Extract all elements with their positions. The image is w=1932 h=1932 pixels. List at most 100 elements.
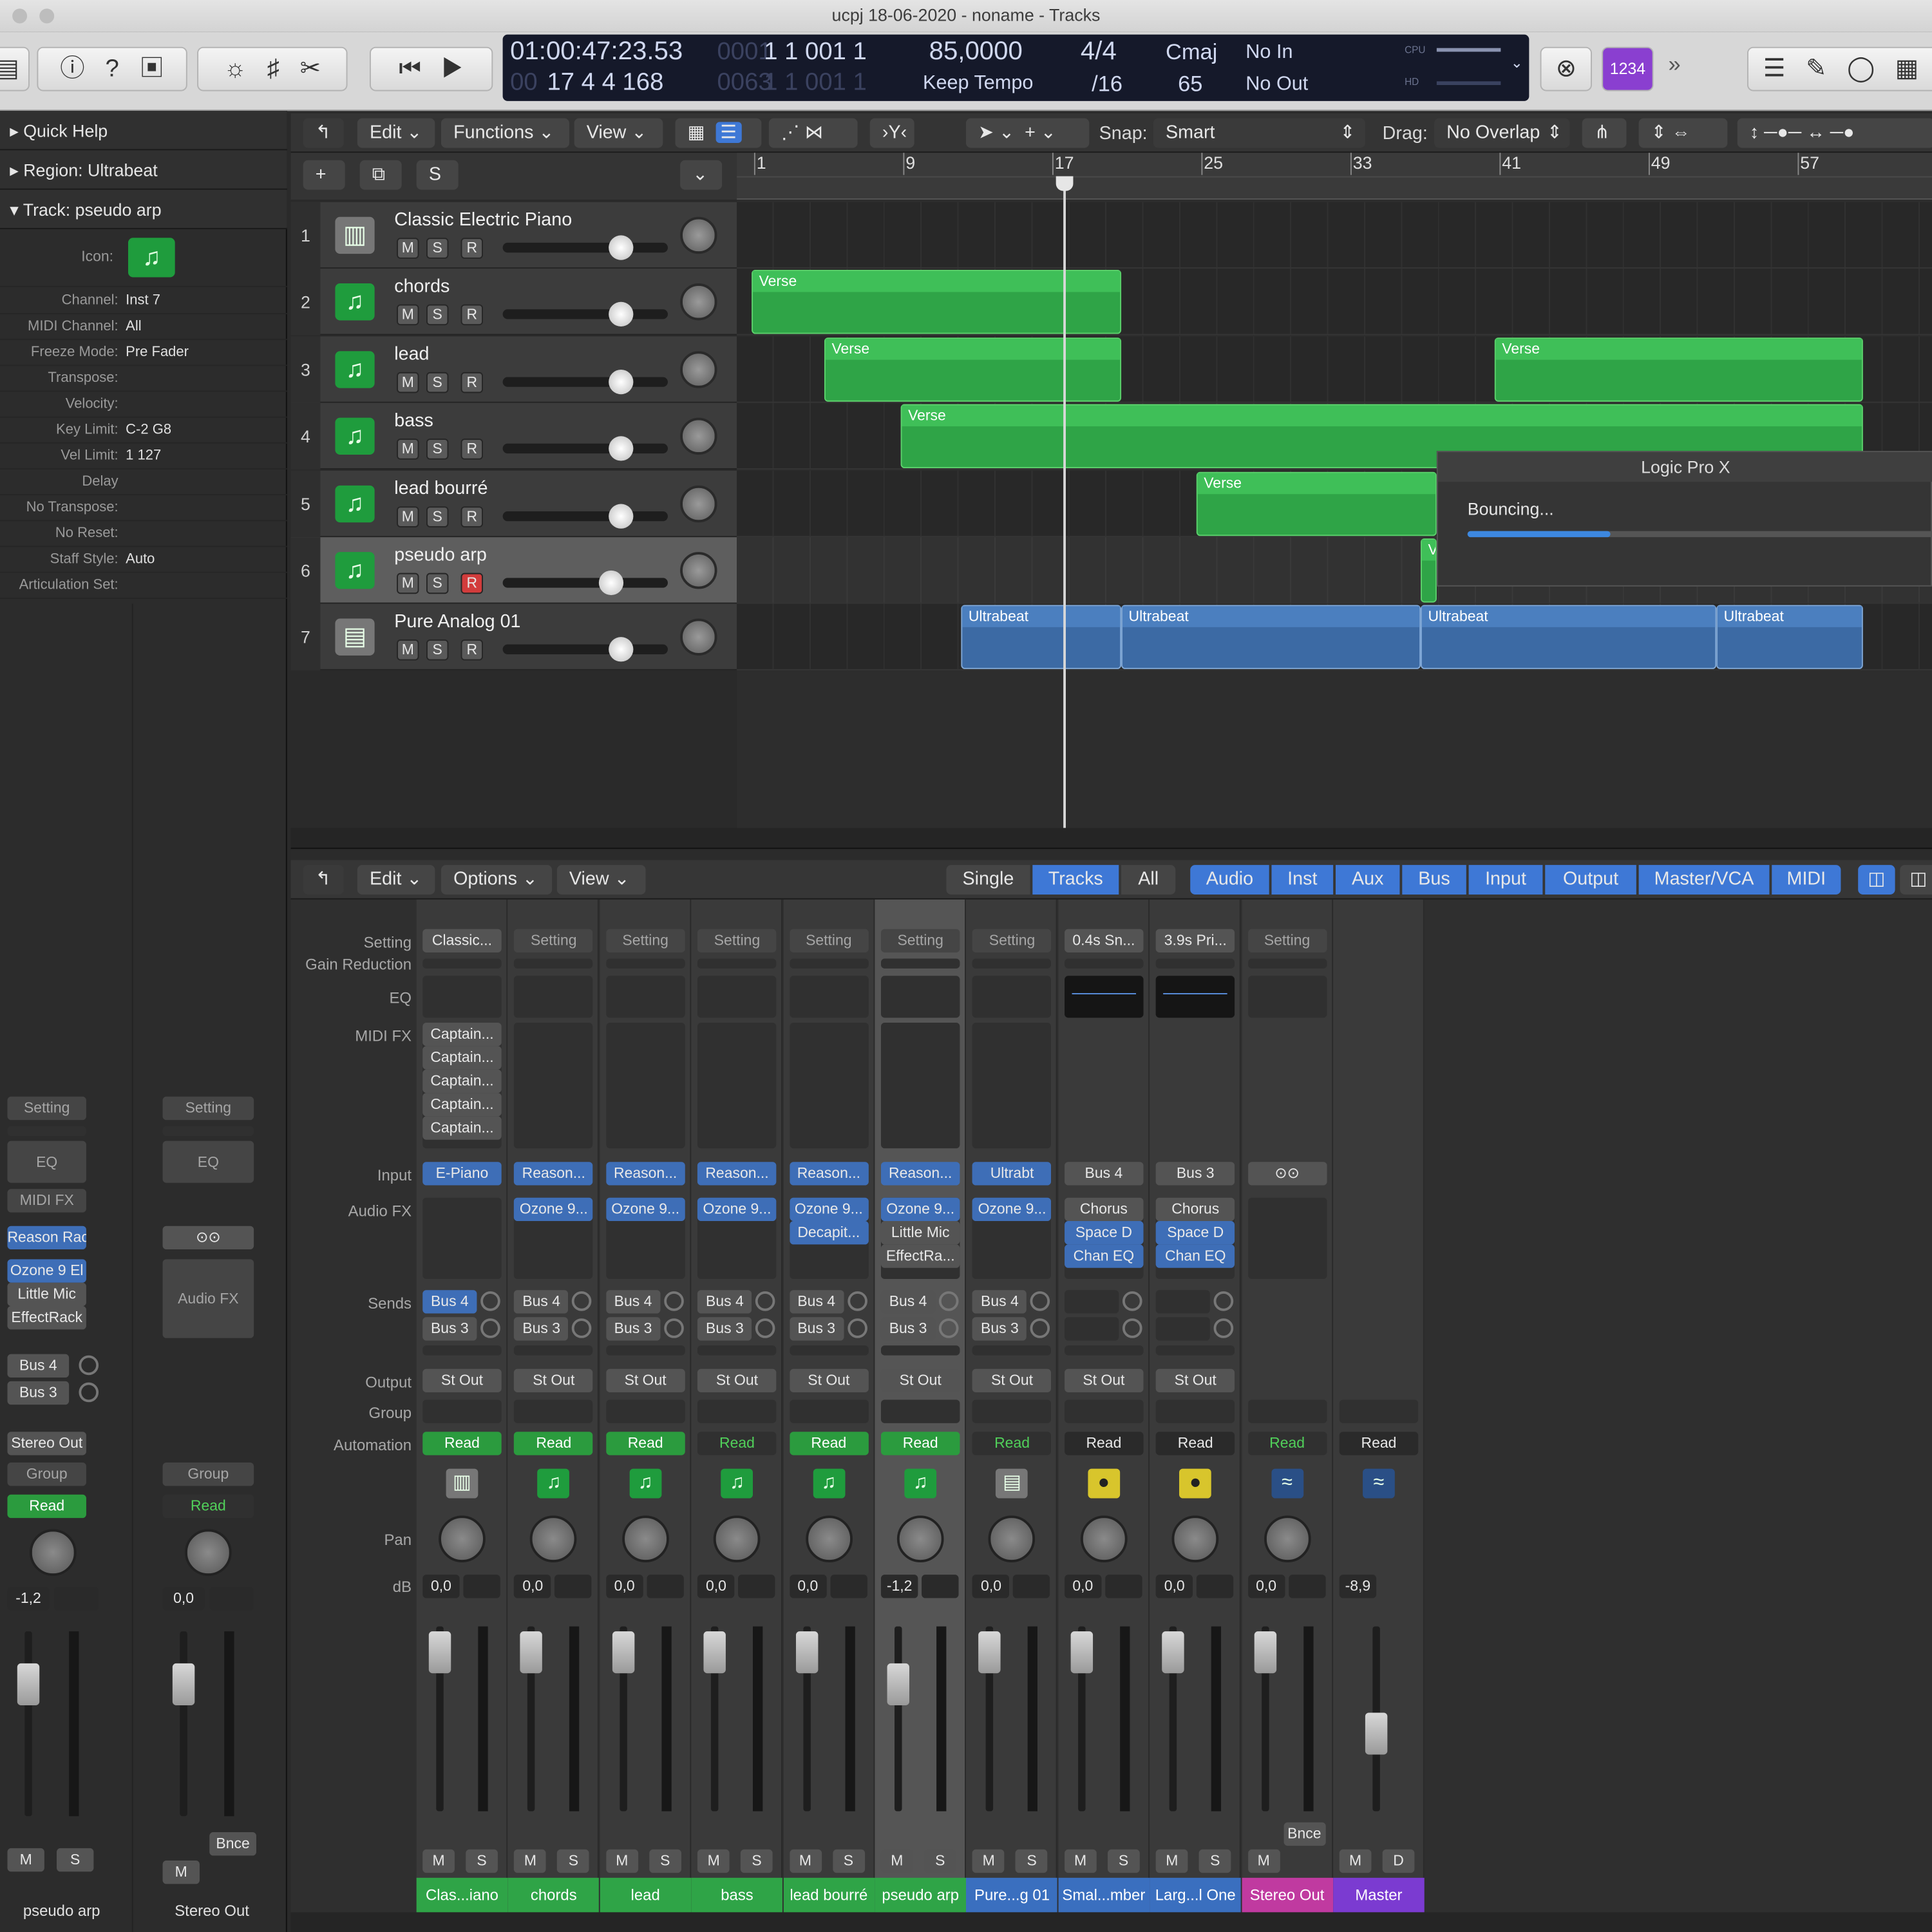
eq-slot[interactable] [1064, 976, 1144, 1018]
channel-input[interactable]: E-Piano [422, 1162, 502, 1186]
mute-button[interactable]: M [1064, 1849, 1097, 1873]
send-level-knob[interactable] [663, 1291, 684, 1311]
filter-input[interactable]: Input [1468, 865, 1543, 895]
automation-mode[interactable]: Read [514, 1432, 594, 1455]
mute-button[interactable]: M [514, 1849, 547, 1873]
channel-name[interactable]: Larg...l One [1150, 1877, 1242, 1913]
automation-mode[interactable]: Read [880, 1432, 960, 1455]
inspector-row[interactable]: Key Limit: C-2 G8 [0, 418, 287, 444]
drag-select[interactable]: No Overlap ⇕ [1434, 118, 1570, 148]
send-level-knob[interactable] [938, 1318, 959, 1338]
eq-slot[interactable] [1156, 976, 1235, 1018]
midi-fx-slot[interactable] [605, 1023, 685, 1149]
inspector-row[interactable]: Vel Limit: 1 127 [0, 444, 287, 469]
channel-setting[interactable]: Classic... [422, 929, 502, 952]
automation-mode[interactable]: Read [605, 1432, 685, 1455]
audio-fx-plugin[interactable]: Little Mic [880, 1221, 960, 1245]
channel-setting[interactable]: Setting [605, 929, 685, 952]
channel-group[interactable] [880, 1399, 960, 1423]
strip2-pan-knob[interactable] [184, 1529, 232, 1577]
region-header[interactable]: ▸ Region: Ultrabeat [0, 150, 287, 190]
music-note-icon[interactable]: ♫ [335, 552, 375, 589]
channel-input[interactable]: Bus 3 [1156, 1162, 1235, 1186]
filter-audio[interactable]: Audio [1190, 865, 1269, 895]
track-volume-slider[interactable] [502, 645, 668, 655]
send-level-knob[interactable] [480, 1291, 500, 1311]
channel-input[interactable]: Ultrabt [972, 1162, 1052, 1186]
track-mute-button[interactable]: M [397, 639, 419, 661]
strip1-send1-knob[interactable] [79, 1355, 99, 1376]
channel-output[interactable]: St Out [1064, 1368, 1144, 1392]
send-slot[interactable]: Bus 3 [605, 1317, 661, 1341]
all-button[interactable]: All [1121, 865, 1176, 895]
strip2-mute[interactable]: M [162, 1861, 200, 1884]
inspector-row[interactable]: Transpose: [0, 366, 287, 392]
solo-button[interactable]: S [1107, 1849, 1140, 1873]
track-record-button[interactable]: R [460, 305, 483, 326]
midi-fx-slot[interactable] [789, 1023, 869, 1149]
single-button[interactable]: Single [946, 865, 1030, 895]
marker-lane[interactable] [737, 176, 1932, 199]
track-volume-handle[interactable] [609, 637, 634, 663]
volume-fader[interactable] [887, 1663, 909, 1705]
send-slot[interactable]: Bus 3 [422, 1317, 477, 1341]
ultrabeat-region[interactable]: Ultrabeat [1420, 605, 1717, 670]
add-track-icon[interactable]: + [303, 160, 345, 190]
send-level-knob[interactable] [1213, 1291, 1234, 1311]
channel-group[interactable] [697, 1399, 777, 1423]
music-note-icon[interactable]: ♫ [335, 485, 375, 522]
track-volume-slider[interactable] [502, 309, 668, 320]
flex-icon[interactable]: ⋈ [805, 122, 824, 143]
lcd-key[interactable]: Cmaj [1166, 39, 1217, 65]
track-record-button[interactable]: R [460, 372, 483, 393]
volume-fader[interactable] [1162, 1631, 1185, 1674]
list-view-icon[interactable]: ☰ [715, 122, 742, 143]
audio-fx-plugin[interactable]: Chorus [1064, 1197, 1144, 1222]
send-slot[interactable]: Bus 3 [514, 1317, 569, 1341]
track-pan-knob[interactable] [680, 350, 717, 388]
music-note-icon[interactable]: ♫ [335, 350, 375, 388]
channel-output[interactable]: St Out [1156, 1368, 1235, 1392]
send-slot[interactable]: Bus 4 [422, 1290, 477, 1314]
mute-button[interactable]: M [605, 1849, 638, 1873]
channel-output[interactable]: St Out [972, 1368, 1052, 1392]
send-slot[interactable]: Bus 4 [880, 1290, 936, 1314]
send-level-knob[interactable] [572, 1318, 592, 1338]
strip1-automation[interactable]: Read [7, 1494, 86, 1519]
channel-output[interactable]: St Out [605, 1368, 685, 1392]
send-slot[interactable] [1064, 1290, 1119, 1314]
track-mute-button[interactable]: M [397, 372, 419, 393]
pointer-tool-icon[interactable]: ➤ ⌄ [978, 122, 1014, 143]
channel-input[interactable]: Reason... [605, 1162, 685, 1186]
send-level-knob[interactable] [847, 1291, 867, 1311]
midi-fx-plugin[interactable]: Captain... [422, 1023, 502, 1046]
rewind-icon[interactable]: ⏮ [399, 55, 421, 82]
track-header[interactable]: 1 ▥ Classic Electric Piano M S R [290, 202, 737, 269]
track-solo-button[interactable]: S [426, 506, 449, 527]
track-name[interactable]: chords [394, 276, 450, 298]
waveform-icon[interactable]: ≈ [1271, 1468, 1303, 1499]
channel-name[interactable]: bass [691, 1877, 783, 1913]
eq-slot[interactable] [697, 976, 777, 1018]
send-slot[interactable]: Bus 4 [789, 1290, 844, 1314]
channel-setting[interactable]: Setting [514, 929, 594, 952]
audio-fx-area[interactable] [1247, 1197, 1327, 1279]
music-note-icon[interactable]: ♫ [335, 283, 375, 321]
eq-slot[interactable] [972, 976, 1052, 1018]
channel-group[interactable] [972, 1399, 1052, 1423]
channel-setting[interactable]: 3.9s Pri... [1156, 929, 1235, 952]
loop-browser-icon[interactable]: ◯ [1847, 55, 1875, 82]
volume-fader[interactable] [428, 1631, 451, 1674]
track-record-button[interactable]: R [460, 573, 483, 594]
send-level-knob[interactable] [572, 1291, 592, 1311]
midi-fx-slot[interactable] [880, 1023, 960, 1149]
volume-fader[interactable] [612, 1631, 634, 1674]
filter-inst[interactable]: Inst [1271, 865, 1334, 895]
solo-button[interactable]: S [557, 1849, 590, 1873]
midi-fx-plugin[interactable]: Captain... [422, 1093, 502, 1117]
volume-fader[interactable] [1070, 1631, 1093, 1674]
strip2-group[interactable]: Group [162, 1463, 254, 1486]
strip1-send2-knob[interactable] [79, 1382, 99, 1403]
automation-mode[interactable]: Read [1064, 1432, 1144, 1455]
channel-setting[interactable]: Setting [972, 929, 1052, 952]
